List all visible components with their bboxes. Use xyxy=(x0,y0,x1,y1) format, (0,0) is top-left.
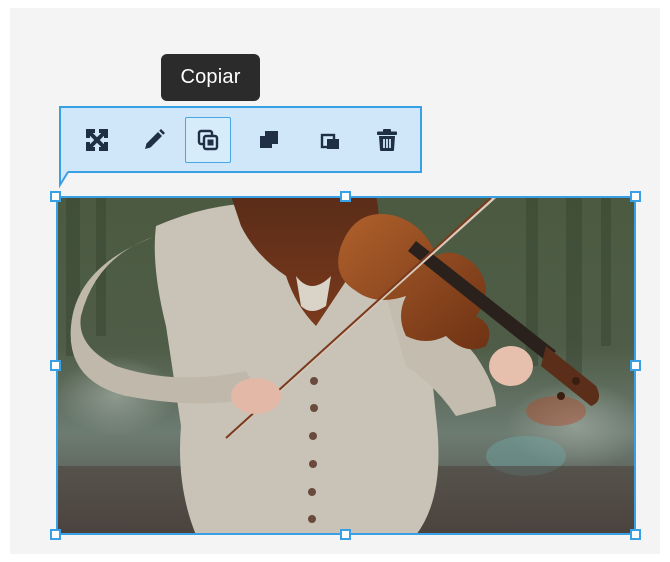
toolbar-pointer xyxy=(59,171,69,189)
copy-icon xyxy=(197,129,219,151)
delete-button[interactable] xyxy=(364,117,410,163)
bring-forward-button[interactable] xyxy=(246,117,292,163)
resize-handle-top-right[interactable] xyxy=(630,191,641,202)
tooltip-text: Copiar xyxy=(180,66,241,88)
copy-button[interactable] xyxy=(185,117,231,163)
trash-icon xyxy=(376,128,398,152)
resize-handle-bottom[interactable] xyxy=(340,529,351,540)
image-toolbar xyxy=(59,106,422,173)
resize-handle-left[interactable] xyxy=(50,360,61,371)
pencil-icon xyxy=(142,128,166,152)
tooltip: Copiar xyxy=(161,54,260,101)
send-backward-icon xyxy=(319,129,341,151)
resize-handle-right[interactable] xyxy=(630,360,641,371)
resize-handle-bottom-right[interactable] xyxy=(630,529,641,540)
bring-forward-icon xyxy=(258,129,280,151)
resize-handle-top-left[interactable] xyxy=(50,191,61,202)
violinist-photo[interactable] xyxy=(56,196,636,535)
resize-handle-bottom-left[interactable] xyxy=(50,529,61,540)
send-backward-button[interactable] xyxy=(307,117,353,163)
resize-handle-top[interactable] xyxy=(340,191,351,202)
edit-button[interactable] xyxy=(131,117,177,163)
expand-arrows-icon xyxy=(85,128,109,152)
fullscreen-button[interactable] xyxy=(74,117,120,163)
